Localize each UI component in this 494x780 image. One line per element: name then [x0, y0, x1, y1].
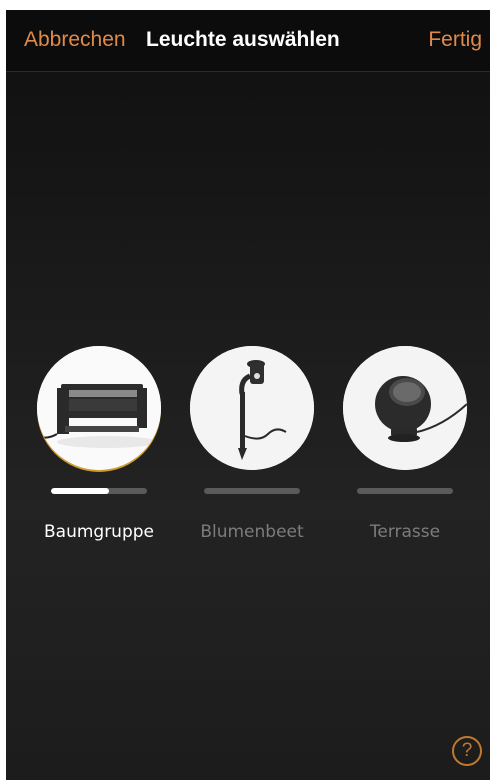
help-icon[interactable]: ?	[452, 736, 482, 766]
lamp-thumbnail	[190, 346, 314, 470]
lamp-thumbnail	[343, 346, 467, 470]
setup-progress-bar	[357, 488, 453, 494]
top-bar: Abbrechen Leuchte auswählen Fertig	[6, 10, 490, 72]
stake-light-icon	[190, 346, 314, 470]
setup-progress-bar	[204, 488, 300, 494]
lamp-label: Terrasse	[369, 522, 441, 542]
page-title: Leuchte auswählen	[146, 28, 340, 51]
setup-progress-fill	[51, 488, 109, 494]
app-screen: Abbrechen Leuchte auswählen Fertig Baumg…	[6, 10, 490, 780]
lamp-option-baumgruppe[interactable]: Baumgruppe	[37, 346, 161, 542]
cancel-button[interactable]: Abbrechen	[24, 28, 126, 52]
lamp-option-terrasse[interactable]: Terrasse	[343, 346, 467, 542]
lamp-label: Baumgruppe	[43, 522, 154, 542]
sphere-light-icon	[343, 346, 467, 470]
lamp-label: Blumenbeet	[200, 522, 304, 542]
spot-light-box-icon	[37, 346, 161, 470]
done-button[interactable]: Fertig	[428, 28, 482, 52]
lamp-thumbnail	[37, 346, 161, 470]
setup-progress-bar	[51, 488, 147, 494]
lamp-option-blumenbeet[interactable]: Blumenbeet	[190, 346, 314, 542]
